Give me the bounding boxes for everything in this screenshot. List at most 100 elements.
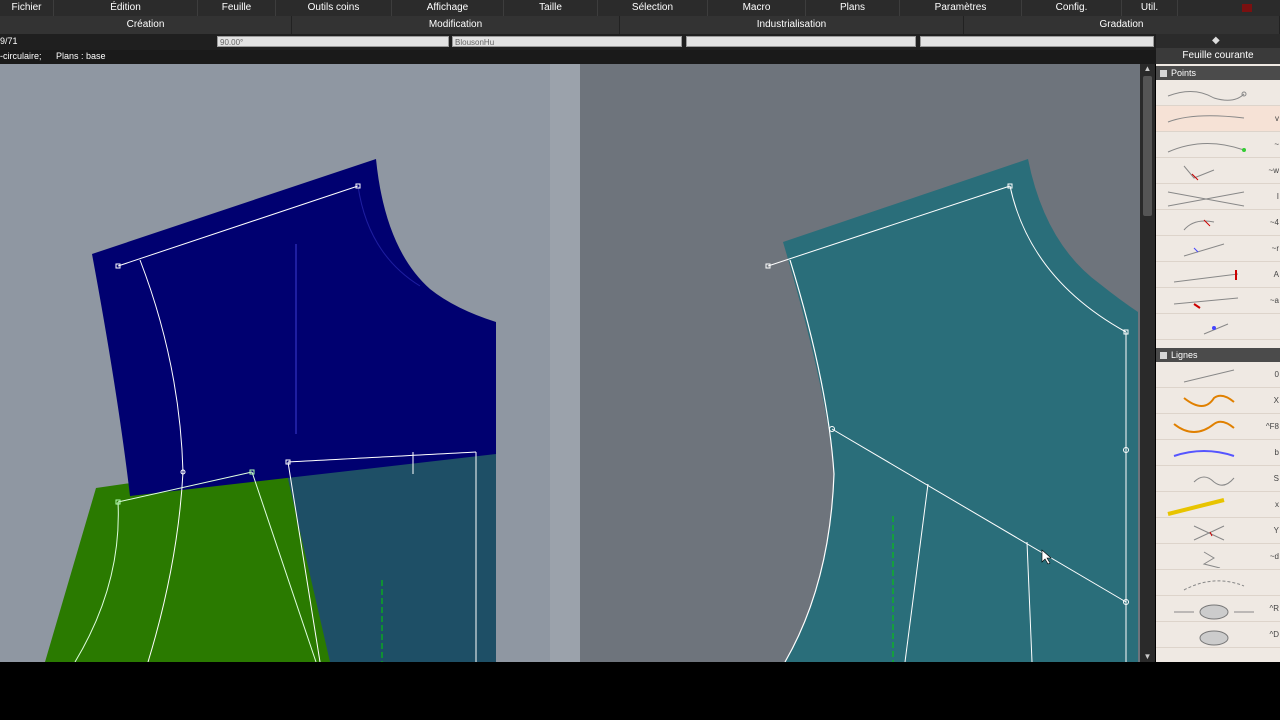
empty-field-2[interactable] [920, 36, 1154, 47]
line-cross-icon [1193, 525, 1225, 541]
pattern-drawing[interactable] [0, 64, 1140, 662]
line-orange-curve-icon [1183, 394, 1235, 407]
point-check-icon [1183, 165, 1215, 181]
tool-shortcut: ~w [1268, 166, 1279, 175]
point-offset-icon [1173, 297, 1239, 309]
point-red-icon [1173, 270, 1239, 283]
tool-shortcut: ^D [1269, 630, 1279, 639]
view-divider [550, 64, 580, 662]
point-angle-tool[interactable]: ~r [1156, 236, 1280, 262]
tool-shortcut: X [1273, 396, 1279, 405]
point-multi-icon [1167, 142, 1246, 153]
section-lignes[interactable]: Lignes [1156, 348, 1280, 362]
tool-shortcut: v [1275, 114, 1279, 123]
line-yellow-pencil-icon [1167, 498, 1225, 516]
tool-shortcut: 0 [1274, 370, 1279, 379]
section-points[interactable]: Points [1156, 66, 1280, 80]
record-indicator-icon [1242, 4, 1252, 12]
canvas-scrollbar[interactable]: ▲ ▼ [1140, 64, 1155, 662]
point-on-line-tool[interactable]: v [1156, 106, 1280, 132]
point-multi-tool[interactable]: ~ [1156, 132, 1280, 158]
mode-modification[interactable]: Modification [292, 16, 620, 34]
scroll-down-icon[interactable]: ▼ [1140, 652, 1155, 662]
menu-outils-coins[interactable]: Outils coins [276, 0, 392, 16]
menu-affichage[interactable]: Affichage [392, 0, 504, 16]
field-bar: 9/71 90.00° BlousonHu [0, 34, 1156, 50]
point-cluster-icon [1203, 323, 1229, 335]
line-yellow-pencil-tool[interactable]: x [1156, 492, 1280, 518]
menu-fichier[interactable]: Fichier [0, 0, 54, 16]
line-zigzag-icon [1202, 551, 1221, 568]
line-orange-double-tool[interactable]: ^F8 [1156, 414, 1280, 440]
empty-field-1[interactable] [686, 36, 916, 47]
menu-selection[interactable]: Sélection [598, 0, 708, 16]
menu-util[interactable]: Util. [1122, 0, 1178, 16]
status-mode: -circulaire; [0, 51, 42, 61]
tool-shortcut: b [1274, 448, 1279, 457]
status-plans: Plans : base [56, 51, 106, 61]
drawing-canvas[interactable] [0, 64, 1140, 662]
line-loop-tool[interactable]: S [1156, 466, 1280, 492]
point-curve-tool[interactable] [1156, 80, 1280, 106]
point-angle-icon [1183, 243, 1225, 257]
menu-config[interactable]: Config. [1022, 0, 1122, 16]
scroll-up-icon[interactable]: ▲ [1140, 64, 1155, 74]
pin-icon[interactable]: ◆ [1212, 35, 1220, 46]
menu-bar: Fichier Édition Feuille Outils coins Aff… [0, 0, 1280, 16]
panel-title: Feuille courante [1156, 48, 1280, 64]
angle-field[interactable]: 90.00° [217, 36, 449, 47]
menu-feuille[interactable]: Feuille [198, 0, 276, 16]
line-loop-icon [1193, 476, 1235, 486]
point-cluster-tool[interactable] [1156, 314, 1280, 340]
tool-shortcut: ~a [1269, 296, 1279, 305]
menu-taille[interactable]: Taille [504, 0, 598, 16]
point-red-tool[interactable]: A [1156, 262, 1280, 288]
point-arrow-icon [1183, 219, 1215, 231]
menu-macro[interactable]: Macro [708, 0, 806, 16]
tool-shortcut: ~r [1271, 244, 1279, 253]
line-mouse-arrows-icon [1174, 604, 1254, 620]
mode-creation[interactable]: Création [0, 16, 292, 34]
tool-shortcut: Y [1273, 526, 1279, 535]
line-cross-tool[interactable]: Y [1156, 518, 1280, 544]
menu-plans[interactable]: Plans [806, 0, 900, 16]
point-intersection-tool[interactable]: I [1156, 184, 1280, 210]
line-dotted-curve-tool[interactable] [1156, 570, 1280, 596]
line-orange-curve-tool[interactable]: X [1156, 388, 1280, 414]
line-mouse-arrows-tool[interactable]: ^R [1156, 596, 1280, 622]
mode-industrialisation[interactable]: Industrialisation [620, 16, 964, 34]
tool-shortcut: ^F8 [1265, 422, 1279, 431]
tool-panel: ◆ Feuille courante Points v ~ ~w I ~4 ~r A ~a L… [1156, 34, 1280, 662]
tool-shortcut: A [1273, 270, 1279, 279]
tool-shortcut: I [1276, 192, 1279, 201]
point-curve-icon [1167, 91, 1247, 101]
line-blue-curve-icon [1173, 450, 1235, 457]
scrollbar-thumb[interactable] [1143, 76, 1152, 216]
point-arrow-tool[interactable]: ~4 [1156, 210, 1280, 236]
point-offset-tool[interactable]: ~a [1156, 288, 1280, 314]
panel-header: ◆ [1156, 34, 1280, 48]
tool-shortcut: S [1273, 474, 1279, 483]
line-dotted-curve-icon [1183, 580, 1245, 591]
tool-shortcut: ^R [1269, 604, 1279, 613]
bottom-bar [0, 662, 1280, 720]
tool-shortcut: ~d [1269, 552, 1279, 561]
tool-shortcut: ~4 [1269, 218, 1279, 227]
line-zigzag-tool[interactable]: ~d [1156, 544, 1280, 570]
mode-gradation[interactable]: Gradation [964, 16, 1280, 34]
point-on-line-icon [1167, 115, 1245, 123]
model-name-field[interactable]: BlousonHu [452, 36, 682, 47]
line-mouse-icon [1199, 630, 1229, 646]
line-straight-icon [1183, 369, 1235, 383]
menu-parametres[interactable]: Paramètres [900, 0, 1022, 16]
tool-shortcut: x [1275, 500, 1279, 509]
tool-shortcut: ~ [1274, 140, 1279, 149]
point-check-tool[interactable]: ~w [1156, 158, 1280, 184]
line-blue-curve-tool[interactable]: b [1156, 440, 1280, 466]
line-straight-tool[interactable]: 0 [1156, 362, 1280, 388]
line-orange-double-icon [1173, 420, 1235, 433]
menu-edition[interactable]: Édition [54, 0, 198, 16]
line-mouse-tool[interactable]: ^D [1156, 622, 1280, 648]
status-bar: -circulaire; Plans : base [0, 50, 1156, 64]
counter-label: 9/71 [0, 36, 18, 46]
